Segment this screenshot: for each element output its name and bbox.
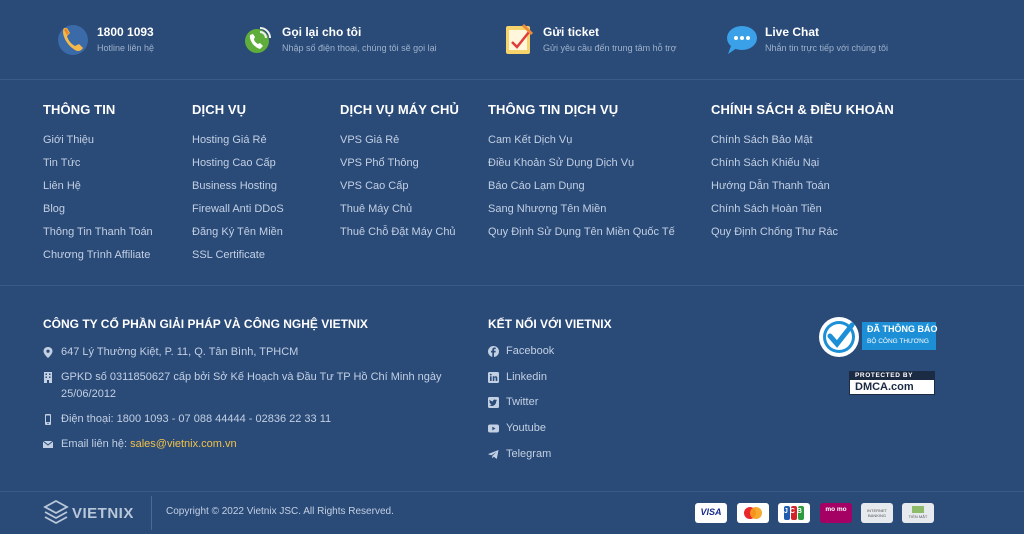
menu-link[interactable]: Business Hosting: [192, 175, 284, 198]
menu-title: THÔNG TIN: [43, 102, 116, 117]
divider: [151, 496, 152, 530]
vietnix-logo-icon: [43, 500, 69, 525]
bct-line2: BỘ CÔNG THƯƠNG: [867, 338, 929, 345]
social-label: Telegram: [506, 448, 552, 460]
youtube-icon: [488, 424, 499, 433]
contact-title: Gọi lại cho tôi: [282, 25, 362, 39]
contact-subtitle: Hotline liên hệ: [97, 43, 155, 53]
contact-subtitle: Nhập số điện thoại, chúng tôi sẽ gọi lại: [282, 43, 437, 53]
email-link[interactable]: sales@vietnix.com.vn: [130, 438, 237, 450]
menu-link[interactable]: Chính Sách Bảo Mật: [711, 129, 894, 152]
menu-dich-vu-may-chu: DỊCH VỤ MÁY CHỦ VPS Giá Rẻ VPS Phổ Thông…: [340, 102, 459, 244]
social-label: Twitter: [506, 396, 539, 408]
menu-link[interactable]: VPS Giá Rẻ: [340, 129, 459, 152]
menu-link[interactable]: Đăng Ký Tên Miền: [192, 221, 284, 244]
menu-link[interactable]: VPS Phổ Thông: [340, 152, 459, 175]
telegram-icon: [488, 450, 499, 459]
visa-icon: VISA: [700, 507, 722, 517]
menu-title: DỊCH VỤ MÁY CHỦ: [340, 102, 459, 117]
bct-check-icon: [819, 317, 936, 357]
chat-icon: [727, 26, 757, 54]
linkedin-icon: [488, 372, 499, 383]
contact-title: 1800 1093: [97, 25, 154, 39]
menu-link[interactable]: Giới Thiệu: [43, 129, 153, 152]
envelope-icon: [43, 440, 53, 448]
footer-menus: THÔNG TIN Giới Thiệu Tin Tức Liên Hệ Blo…: [0, 80, 1024, 286]
address-text: 647 Lý Thường Kiệt, P. 11, Q. Tân Bình, …: [61, 346, 299, 358]
menu-link[interactable]: SSL Certificate: [192, 244, 284, 267]
payment-mastercard: [737, 503, 769, 523]
momo-icon: mo mo: [825, 506, 847, 513]
menu-thong-tin-dich-vu: THÔNG TIN DỊCH VỤ Cam Kết Dịch Vụ Điều K…: [488, 102, 675, 244]
contact-subtitle: Nhắn tin trực tiếp với chúng tôi: [765, 43, 888, 53]
menu-link[interactable]: Quy Định Sử Dụng Tên Miền Quốc Tế: [488, 221, 675, 244]
facebook-icon: [488, 346, 499, 357]
menu-link[interactable]: Blog: [43, 198, 153, 221]
dmca-line2: DMCA.com: [855, 381, 914, 393]
jcb-label: JCB: [783, 508, 804, 515]
phone-text: Điện thoại: 1800 1093 - 07 088 44444 - 0…: [61, 413, 332, 425]
contact-title: Gửi ticket: [543, 25, 600, 39]
contact-subtitle: Gửi yêu cầu đến trung tâm hỗ trợ: [543, 43, 677, 53]
ticket-icon: [506, 23, 534, 54]
payment-jcb: JCB: [778, 503, 810, 523]
internet-banking-icon: INTERNET BANKING: [867, 508, 887, 518]
mastercard-icon: [744, 507, 762, 519]
logo-text: VIETNIX: [72, 505, 134, 522]
menu-link[interactable]: Sang Nhượng Tên Miền: [488, 198, 675, 221]
bottom-bar: VIETNIX Copyright © 2022 Vietnix JSC. Al…: [0, 493, 1024, 534]
menu-link[interactable]: Chính Sách Hoàn Tiền: [711, 198, 894, 221]
menu-link[interactable]: Hosting Cao Cấp: [192, 152, 284, 175]
email-label: Email liên hệ:: [61, 438, 131, 450]
menu-thong-tin: THÔNG TIN Giới Thiệu Tin Tức Liên Hệ Blo…: [43, 102, 153, 267]
contact-strip: 1800 1093 Hotline liên hệ Gọi lại cho tô…: [0, 0, 1024, 80]
menu-dich-vu: DỊCH VỤ Hosting Giá Rẻ Hosting Cao Cấp B…: [192, 102, 284, 267]
menu-link[interactable]: Thuê Máy Chủ: [340, 198, 459, 221]
payment-cash: TIỀN MẶT: [902, 503, 934, 523]
menu-title: DỊCH VỤ: [192, 102, 247, 117]
social-title: KẾT NỐI VỚI VIETNIX: [488, 317, 612, 331]
payment-internet-banking: INTERNET BANKING: [861, 503, 893, 523]
company-name: CÔNG TY CỔ PHẦN GIẢI PHÁP VÀ CÔNG NGHỆ V…: [43, 317, 368, 331]
social-label: Youtube: [506, 422, 546, 434]
menu-link[interactable]: Chính Sách Khiếu Nại: [711, 152, 894, 175]
map-pin-icon: [43, 347, 53, 358]
menu-link[interactable]: Thuê Chỗ Đặt Máy Chủ: [340, 221, 459, 244]
menu-link[interactable]: Chương Trình Affiliate: [43, 244, 153, 267]
dmca-line1: PROTECTED BY: [855, 372, 914, 379]
callback-icon: [245, 27, 271, 53]
menu-link[interactable]: Thông Tin Thanh Toán: [43, 221, 153, 244]
menu-link[interactable]: Tin Tức: [43, 152, 153, 175]
bct-line1: ĐÃ THÔNG BÁO: [867, 324, 938, 334]
menu-title: THÔNG TIN DỊCH VỤ: [488, 102, 619, 117]
menu-link[interactable]: Hướng Dẫn Thanh Toán: [711, 175, 894, 198]
menu-link[interactable]: Liên Hệ: [43, 175, 153, 198]
dmca-badge[interactable]: PROTECTED BY DMCA.com: [849, 371, 935, 395]
menu-link[interactable]: VPS Cao Cấp: [340, 175, 459, 198]
company-section: CÔNG TY CỔ PHẦN GIẢI PHÁP VÀ CÔNG NGHỆ V…: [0, 287, 1024, 492]
copyright-text: Copyright © 2022 Vietnix JSC. All Rights…: [166, 506, 394, 517]
mobile-icon: [45, 414, 51, 425]
menu-link[interactable]: Hosting Giá Rẻ: [192, 129, 284, 152]
twitter-icon: [488, 397, 499, 408]
payment-visa: VISA: [695, 503, 727, 523]
menu-link[interactable]: Điều Khoản Sử Dụng Dịch Vụ: [488, 152, 675, 175]
menu-title: CHÍNH SÁCH & ĐIỀU KHOẢN: [711, 102, 894, 117]
vietnix-logo[interactable]: VIETNIX: [43, 500, 138, 526]
contact-title: Live Chat: [765, 25, 820, 39]
license-text: GPKD số 0311850627 cấp bởi Sở Kế Hoạch v…: [61, 371, 442, 400]
social-label: Facebook: [506, 345, 555, 357]
bct-registered-badge[interactable]: ĐÃ THÔNG BÁO BỘ CÔNG THƯƠNG: [818, 316, 938, 358]
menu-link[interactable]: Báo Cáo Lạm Dụng: [488, 175, 675, 198]
payment-momo: mo mo: [820, 503, 852, 523]
menu-chinh-sach: CHÍNH SÁCH & ĐIỀU KHOẢN Chính Sách Bảo M…: [711, 102, 894, 244]
cash-note-icon: [912, 506, 924, 513]
menu-link[interactable]: Quy Định Chống Thư Rác: [711, 221, 894, 244]
menu-link[interactable]: Firewall Anti DDoS: [192, 198, 284, 221]
phone-icon: [58, 25, 88, 55]
menu-link[interactable]: Cam Kết Dịch Vụ: [488, 129, 675, 152]
social-label: Linkedin: [506, 371, 547, 383]
building-icon: [44, 372, 52, 383]
